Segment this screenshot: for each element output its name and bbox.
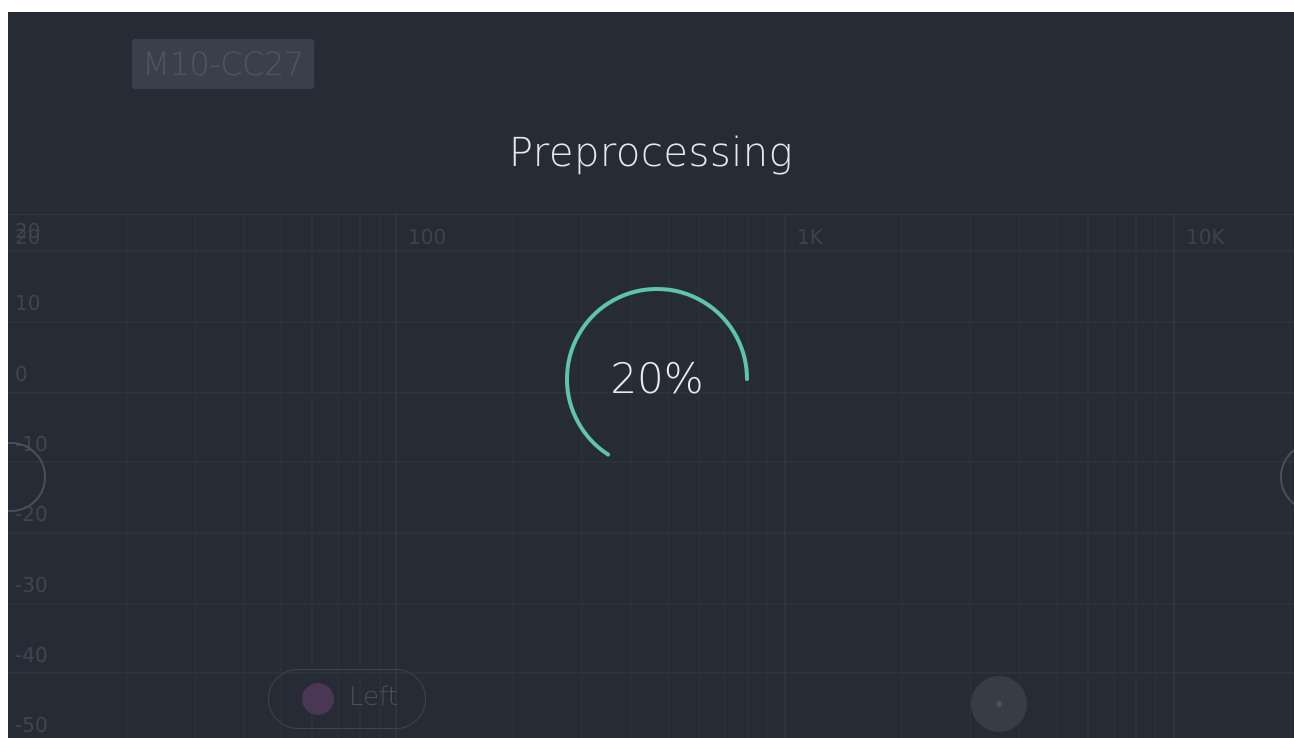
progress-percentage: 20% xyxy=(610,354,704,403)
device-name-chip[interactable]: M10-CC27 xyxy=(132,39,314,89)
y-label-minus-30: -30 xyxy=(15,573,48,597)
x-label-100: 100 xyxy=(408,225,446,249)
x-label-1k: 1K xyxy=(797,225,824,249)
channel-selector-button[interactable]: Left xyxy=(268,669,426,729)
x-label-20: 20 xyxy=(15,225,40,249)
y-label-0: 0 xyxy=(15,362,28,386)
x-label-10k: 10K xyxy=(1186,225,1225,249)
y-label-minus-40: -40 xyxy=(15,643,48,667)
knob-center-dot xyxy=(996,701,1002,707)
y-label-10: 10 xyxy=(15,291,40,315)
y-label-minus-50: -50 xyxy=(15,713,48,737)
channel-color-dot xyxy=(302,683,334,715)
overlay-title: Preprocessing xyxy=(508,130,794,176)
progress-ring: 20% xyxy=(562,284,752,474)
app-screen: M10-CC27 Preprocessing 20 10 0 -10 -20 -… xyxy=(8,12,1294,738)
channel-label: Left xyxy=(349,682,398,712)
add-point-knob[interactable] xyxy=(971,676,1027,732)
